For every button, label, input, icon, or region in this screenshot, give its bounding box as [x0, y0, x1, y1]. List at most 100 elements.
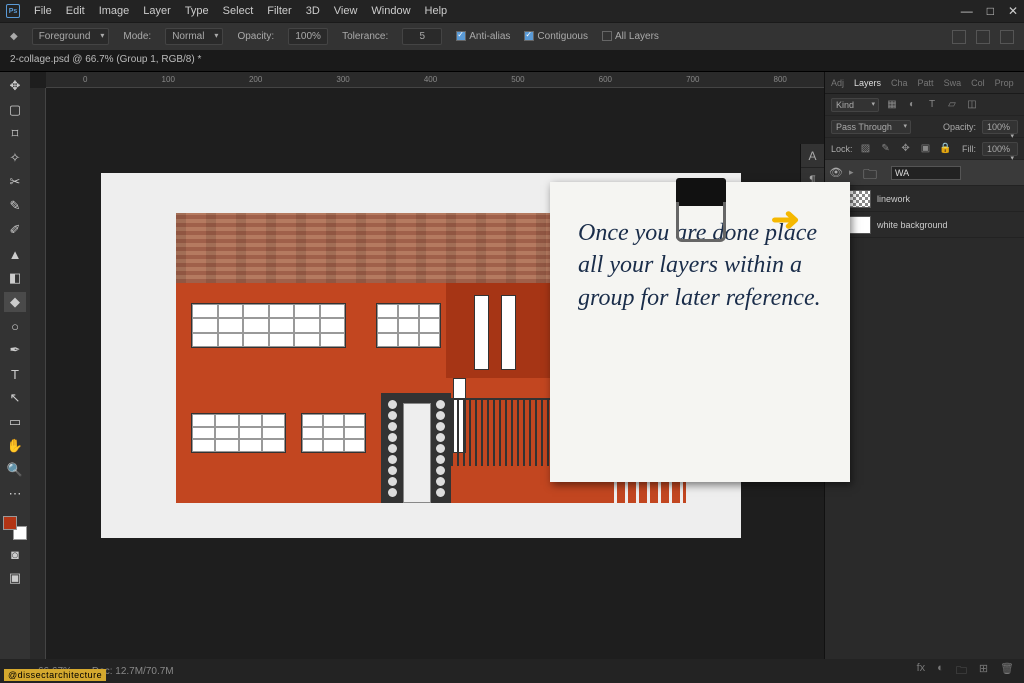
filter-smart-icon[interactable]: ◫ — [965, 98, 979, 112]
eyedropper-tool[interactable]: ✎ — [4, 196, 26, 216]
fx-icon[interactable]: fx — [917, 662, 926, 681]
tab-swatches[interactable]: Swa — [944, 78, 962, 88]
tool-preset-icon[interactable]: ◆ — [10, 31, 18, 42]
stamp-tool[interactable]: ▲ — [4, 244, 26, 264]
expand-icon[interactable]: ▸ — [849, 167, 857, 178]
screenmode-tool[interactable]: ▣ — [4, 568, 26, 588]
alllayers-checkbox[interactable] — [602, 31, 612, 41]
shape-tool[interactable]: ▭ — [4, 412, 26, 432]
trash-icon[interactable]: 🗑 — [1000, 662, 1014, 681]
fill-source-select[interactable]: Foreground — [32, 28, 110, 45]
zoom-tool[interactable]: 🔍 — [4, 460, 26, 480]
tolerance-input[interactable]: 5 — [402, 28, 442, 45]
menu-window[interactable]: Window — [371, 5, 410, 17]
fg-color[interactable] — [3, 516, 17, 530]
ruler-vertical — [30, 88, 46, 659]
edit-toolbar[interactable]: ⋯ — [4, 484, 26, 504]
path-tool[interactable]: ↖ — [4, 388, 26, 408]
tab-adjustments[interactable]: Adj — [831, 78, 844, 88]
minimize-icon[interactable]: — — [961, 4, 973, 18]
menu-select[interactable]: Select — [223, 5, 254, 17]
lock-pixels-icon[interactable]: ✎ — [879, 142, 893, 156]
layer-name-input[interactable] — [891, 166, 961, 180]
eraser-tool[interactable]: ◧ — [4, 268, 26, 288]
filter-kind-select[interactable]: Kind — [831, 98, 879, 112]
fill-input[interactable]: 100% — [982, 142, 1018, 156]
workspace-icon[interactable] — [952, 30, 966, 44]
circle-column — [436, 398, 446, 498]
layer-opacity-label: Opacity: — [943, 122, 976, 132]
type-tool[interactable]: T — [4, 364, 26, 384]
hand-tool[interactable]: ✋ — [4, 436, 26, 456]
filter-pixel-icon[interactable]: ▦ — [885, 98, 899, 112]
crop-tool[interactable]: ✂ — [4, 172, 26, 192]
mask-icon[interactable]: ◐ — [937, 662, 944, 681]
layer-opacity-input[interactable]: 100% — [982, 120, 1018, 134]
window — [474, 295, 489, 370]
blur-tool[interactable]: ○ — [4, 316, 26, 336]
tab-channels[interactable]: Cha — [891, 78, 908, 88]
filter-type-icon[interactable]: T — [925, 98, 939, 112]
layer-name: white background — [877, 220, 948, 230]
pen-tool[interactable]: ✒ — [4, 340, 26, 360]
menu-image[interactable]: Image — [99, 5, 130, 17]
alllayers-label: All Layers — [615, 31, 659, 42]
ruler-tick: 100 — [162, 75, 175, 84]
bucket-tool[interactable]: ◆ — [4, 292, 26, 312]
layers-list: 👁 ▸ 🗀 👁 linework 👁 white background — [825, 160, 1024, 238]
lock-artboard-icon[interactable]: ▣ — [919, 142, 933, 156]
ruler-horizontal: 0 100 200 300 400 500 600 700 800 — [46, 72, 824, 88]
menu-edit[interactable]: Edit — [66, 5, 85, 17]
new-group-icon[interactable]: 🗀 — [956, 662, 967, 681]
maximize-icon[interactable]: □ — [987, 4, 994, 18]
ruler-tick: 400 — [424, 75, 437, 84]
marquee-tool[interactable]: ▢ — [4, 100, 26, 120]
filter-shape-icon[interactable]: ▱ — [945, 98, 959, 112]
document-tab[interactable]: 2-collage.psd @ 66.7% (Group 1, RGB/8) * — [0, 50, 1024, 72]
menu-layer[interactable]: Layer — [143, 5, 171, 17]
layer-row[interactable]: 👁 linework — [825, 186, 1024, 212]
lock-all-icon[interactable]: 🔒 — [939, 142, 953, 156]
menu-help[interactable]: Help — [425, 5, 448, 17]
lasso-tool[interactable]: ⌑ — [4, 124, 26, 144]
tab-color[interactable]: Col — [971, 78, 985, 88]
ruler-tick: 800 — [774, 75, 787, 84]
blend-mode-select[interactable]: Normal — [165, 28, 223, 45]
antialias-checkbox[interactable] — [456, 31, 466, 41]
share-icon[interactable] — [1000, 30, 1014, 44]
menu-type[interactable]: Type — [185, 5, 209, 17]
options-bar: ◆ Foreground Mode: Normal Opacity: 100% … — [0, 22, 1024, 50]
menu-filter[interactable]: Filter — [267, 5, 291, 17]
status-bar: 66.67% Doc: 12.7M/70.7M @dissectarchitec… — [0, 659, 1024, 683]
opacity-input[interactable]: 100% — [288, 28, 328, 45]
menu-file[interactable]: File — [34, 5, 52, 17]
tab-properties[interactable]: Prop — [995, 78, 1014, 88]
visibility-icon[interactable]: 👁 — [829, 166, 843, 179]
ruler-tick: 0 — [83, 75, 87, 84]
color-swatches[interactable] — [3, 516, 27, 540]
menu-3d[interactable]: 3D — [306, 5, 320, 17]
contiguous-checkbox[interactable] — [524, 31, 534, 41]
search-icon[interactable] — [976, 30, 990, 44]
character-panel-icon[interactable]: A — [801, 144, 824, 168]
menu-view[interactable]: View — [334, 5, 358, 17]
lock-transparent-icon[interactable]: ▨ — [859, 142, 873, 156]
lock-label: Lock: — [831, 144, 853, 154]
window — [501, 295, 516, 370]
layer-row[interactable]: 👁 white background — [825, 212, 1024, 238]
move-tool[interactable]: ✥ — [4, 76, 26, 96]
window — [301, 413, 366, 453]
tab-layers[interactable]: Layers — [854, 78, 881, 88]
quickmask-tool[interactable]: ◙ — [4, 544, 26, 564]
layer-filter-row: Kind ▦ ◐ T ▱ ◫ — [825, 94, 1024, 116]
brush-tool[interactable]: ✐ — [4, 220, 26, 240]
watermark: @dissectarchitecture — [4, 669, 106, 681]
layer-group-row[interactable]: 👁 ▸ 🗀 — [825, 160, 1024, 186]
blend-mode-select[interactable]: Pass Through — [831, 120, 911, 134]
lock-position-icon[interactable]: ✥ — [899, 142, 913, 156]
filter-adjust-icon[interactable]: ◐ — [905, 98, 919, 112]
wand-tool[interactable]: ✧ — [4, 148, 26, 168]
tab-patterns[interactable]: Patt — [918, 78, 934, 88]
new-layer-icon[interactable]: ⊞ — [979, 662, 988, 681]
close-icon[interactable]: ✕ — [1008, 4, 1018, 18]
